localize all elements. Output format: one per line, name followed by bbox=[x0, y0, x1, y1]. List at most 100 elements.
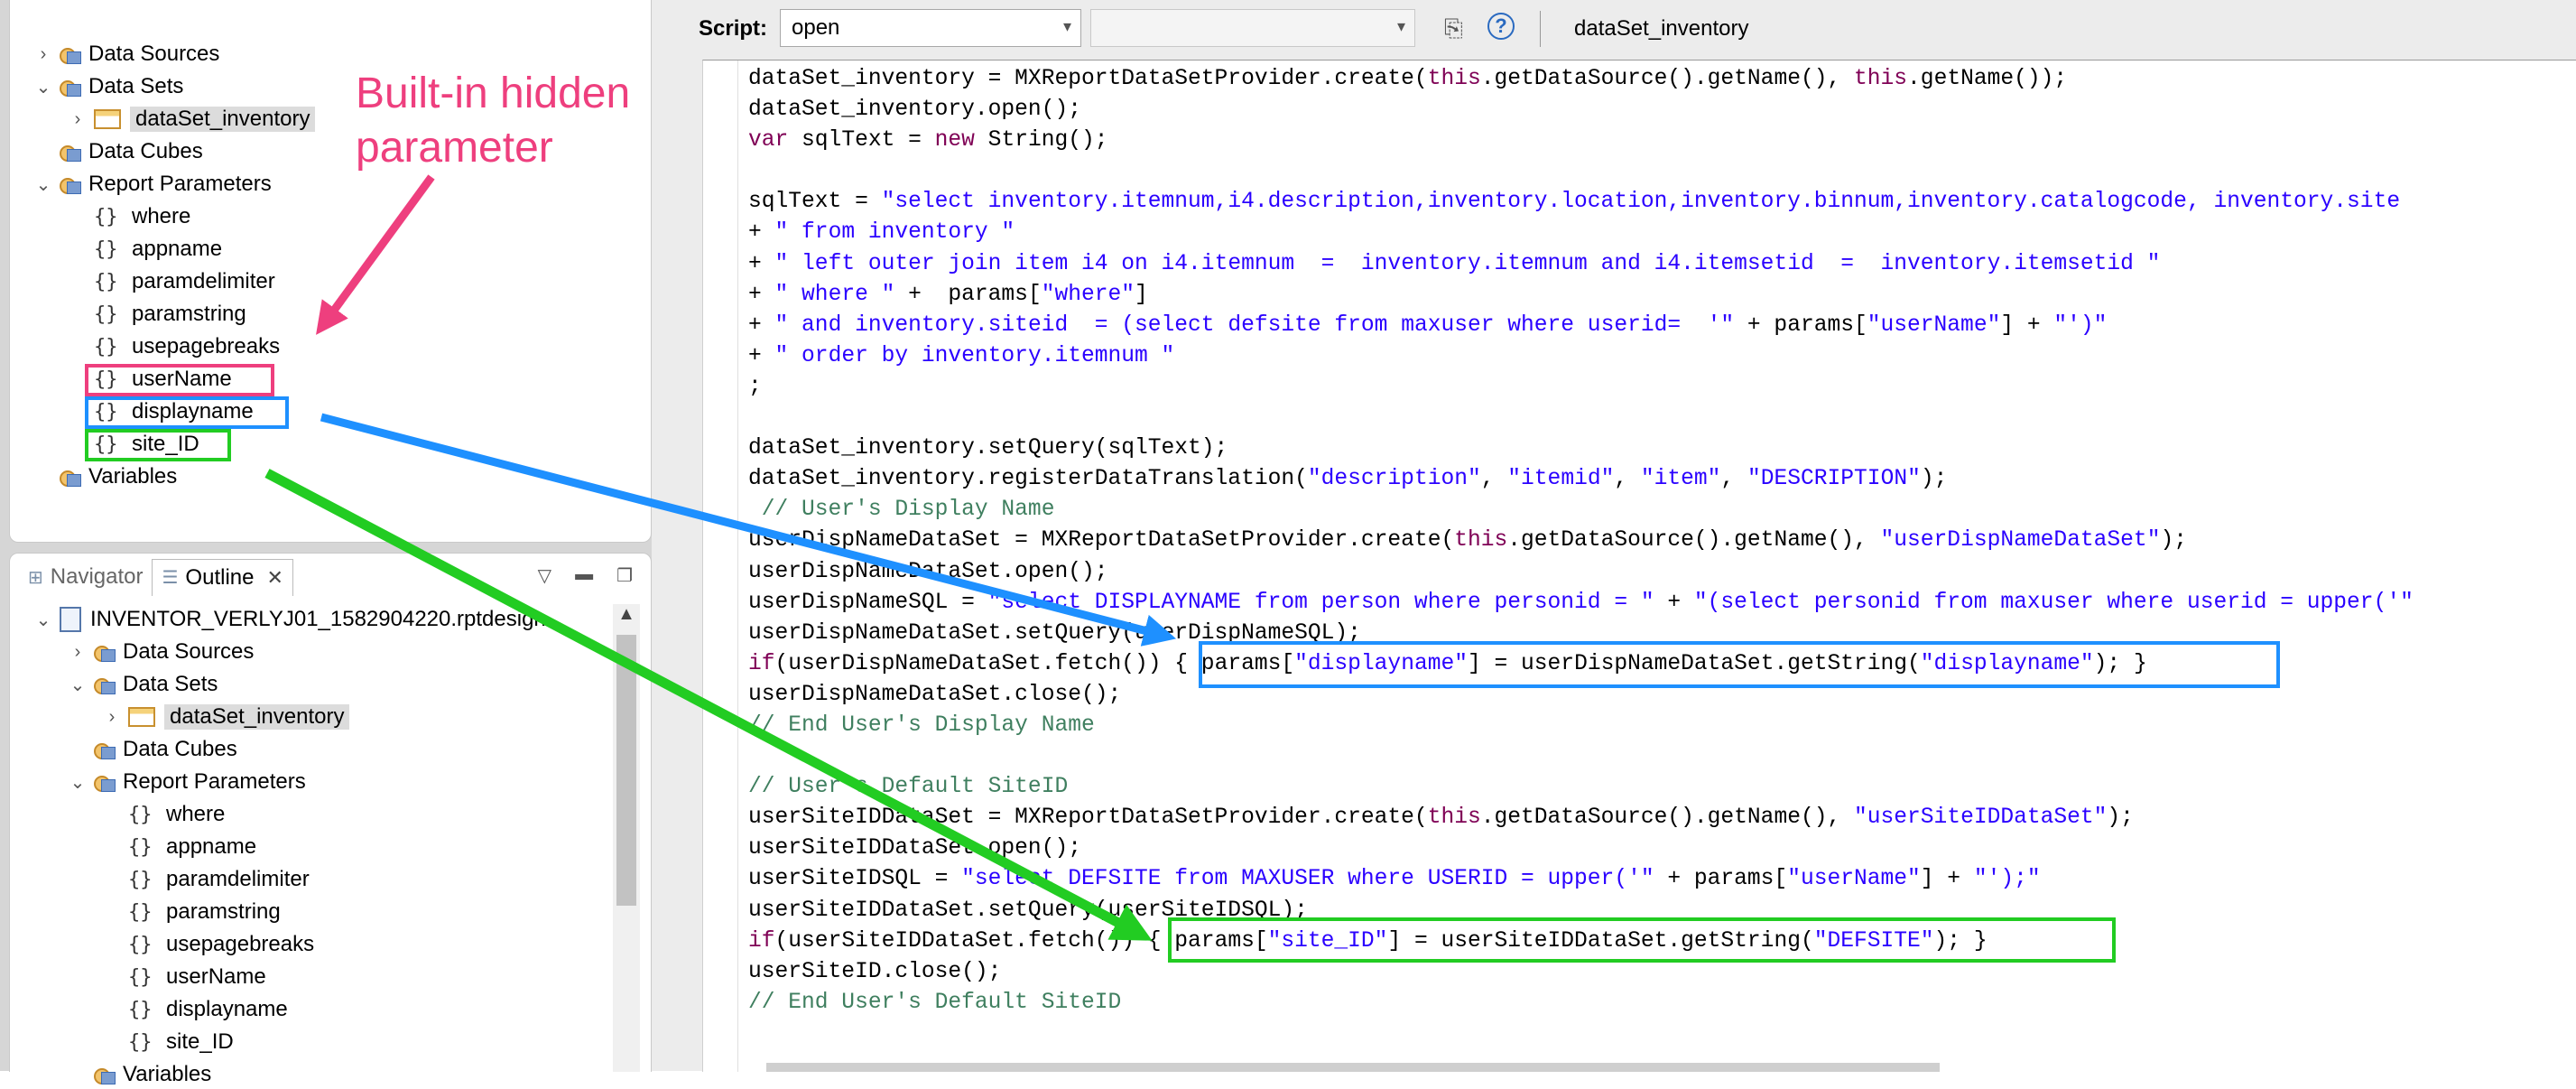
tree-item-displayname[interactable]: {} displayname bbox=[94, 397, 254, 426]
outline-scrollbar[interactable]: ▲ bbox=[613, 604, 640, 1072]
code-token: (userDispNameDataSet.fetch()) { params[ bbox=[774, 651, 1295, 676]
view-menu-icon[interactable]: ▽ bbox=[538, 564, 551, 587]
parameter-icon: {} bbox=[94, 400, 118, 424]
tree-item-username[interactable]: {} userName bbox=[94, 365, 232, 394]
code-token: ] + bbox=[2000, 312, 2054, 338]
tree-item-label: INVENTOR_VERLYJ01_1582904220.rptdesign bbox=[90, 607, 546, 631]
chevron-right-icon[interactable]: › bbox=[32, 40, 54, 69]
tree-item-data-sets[interactable]: ⌄ Data Sets bbox=[70, 670, 218, 699]
parameter-icon: {} bbox=[128, 868, 153, 891]
chevron-down-icon[interactable]: ⌄ bbox=[32, 605, 54, 634]
parameter-icon: {} bbox=[94, 368, 118, 391]
validate-script-icon[interactable]: ⎘ bbox=[1444, 14, 1463, 43]
code-token: + params[ bbox=[1654, 867, 1788, 892]
tree-item-site-id[interactable]: {} site_ID bbox=[94, 430, 199, 459]
code-string: " and inventory.siteid = (select defsite… bbox=[774, 312, 1735, 338]
tree-item-paramdelimiter[interactable]: {} paramdelimiter bbox=[94, 267, 275, 296]
code-string: "userDispNameDataSet" bbox=[1880, 528, 2161, 554]
tree-item-data-sets[interactable]: ⌄ Data Sets bbox=[36, 72, 184, 101]
code-editor[interactable]: dataSet_inventory = MXReportDataSetProvi… bbox=[702, 60, 2576, 1072]
tree-item-dataset-inventory[interactable]: › dataSet_inventory bbox=[109, 703, 350, 731]
chevron-down-icon[interactable]: ⌄ bbox=[67, 670, 88, 699]
tree-item-paramstring[interactable]: {} paramstring bbox=[128, 898, 281, 926]
script-event-select[interactable]: open ▾ bbox=[780, 9, 1081, 47]
code-token: userSiteIDDataSet = MXReportDataSetProvi… bbox=[748, 805, 1428, 831]
help-icon[interactable]: ? bbox=[1487, 13, 1515, 40]
scroll-up-icon[interactable]: ▲ bbox=[613, 604, 640, 631]
chevron-down-icon[interactable]: ⌄ bbox=[32, 170, 54, 199]
tab-navigator[interactable]: ⊞ Navigator bbox=[19, 559, 152, 595]
code-token: + params[ bbox=[894, 282, 1042, 307]
code-string: "select DEFSITE from MAXUSER where USERI… bbox=[961, 867, 1654, 892]
code-token: .getDataSource().getName(), bbox=[1480, 67, 1854, 91]
tree-item-data-cubes[interactable]: Data Cubes bbox=[94, 735, 237, 764]
tree-item-variables[interactable]: Variables bbox=[60, 462, 177, 491]
tree-item-where[interactable]: {} where bbox=[128, 800, 225, 829]
code-string: " order by inventory.itemnum " bbox=[774, 343, 1175, 368]
chevron-down-icon: ▾ bbox=[1062, 17, 1071, 35]
tree-item-report-parameters[interactable]: ⌄ Report Parameters bbox=[70, 768, 306, 796]
parameter-icon: {} bbox=[128, 933, 153, 956]
tree-item-paramdelimiter[interactable]: {} paramdelimiter bbox=[128, 865, 310, 894]
tree-item-report-parameters[interactable]: ⌄ Report Parameters bbox=[36, 170, 272, 199]
tree-item-inventor-verlyj01-1582904220-rptdesign[interactable]: ⌄ INVENTOR_VERLYJ01_1582904220.rptdesign bbox=[36, 605, 546, 634]
code-line: userSiteIDDataSet.setQuery(userSiteIDSQL… bbox=[748, 898, 1308, 923]
code-line: + " order by inventory.itemnum " bbox=[748, 344, 1174, 368]
code-line: + " left outer join item i4 on i4.itemnu… bbox=[748, 252, 2160, 276]
code-comment: // End User's Default SiteID bbox=[748, 990, 1122, 1015]
tree-item-data-cubes[interactable]: Data Cubes bbox=[60, 137, 203, 166]
tree-item-appname[interactable]: {} appname bbox=[128, 833, 256, 861]
tree-item-username[interactable]: {} userName bbox=[128, 963, 266, 991]
tree-item-usepagebreaks[interactable]: {} usepagebreaks bbox=[94, 332, 280, 361]
code-string: "DEFSITE" bbox=[1813, 928, 1934, 954]
code-line: dataSet_inventory.setQuery(sqlText); bbox=[748, 436, 1228, 461]
tree-item-variables[interactable]: Variables bbox=[94, 1060, 211, 1089]
scroll-thumb[interactable] bbox=[616, 635, 636, 906]
chevron-right-icon[interactable]: › bbox=[101, 703, 123, 731]
report-file-icon bbox=[60, 607, 81, 632]
close-icon[interactable]: ✕ bbox=[266, 566, 283, 590]
toolbar-separator bbox=[1540, 11, 1541, 47]
code-keyword: if bbox=[748, 651, 775, 676]
tree-item-paramstring[interactable]: {} paramstring bbox=[94, 300, 246, 329]
outline-icon: ☰ bbox=[162, 568, 179, 588]
chevron-down-icon[interactable]: ⌄ bbox=[32, 72, 54, 101]
code-keyword: if bbox=[748, 928, 775, 954]
code-line: userDispNameDataSet.close(); bbox=[748, 683, 1121, 707]
parameter-icon: {} bbox=[128, 998, 153, 1021]
chevron-down-icon[interactable]: ⌄ bbox=[67, 768, 88, 796]
code-token: (userSiteIDDataSet.fetch()) { params[ bbox=[774, 928, 1268, 954]
tree-item-dataset-inventory[interactable]: › dataSet_inventory bbox=[75, 105, 316, 134]
code-line: ; bbox=[748, 375, 762, 399]
tree-item-appname[interactable]: {} appname bbox=[94, 235, 222, 264]
code-token: sqlText = bbox=[748, 190, 882, 215]
tree-item-site-id[interactable]: {} site_ID bbox=[128, 1028, 234, 1056]
code-token: .getDataSource().getName(), bbox=[1480, 805, 1854, 831]
tree-item-data-sources[interactable]: › Data Sources bbox=[75, 638, 255, 666]
code-keyword: new bbox=[934, 128, 975, 154]
chevron-right-icon[interactable]: › bbox=[67, 638, 88, 666]
code-text[interactable]: dataSet_inventory = MXReportDataSetProvi… bbox=[748, 64, 2414, 1019]
minimize-icon[interactable]: ▬ bbox=[575, 564, 593, 587]
tree-item-data-sources[interactable]: › Data Sources bbox=[41, 40, 220, 69]
editor-gutter bbox=[737, 60, 738, 1072]
report-parameters-icon bbox=[60, 175, 81, 194]
code-line: userSiteIDDataSet = MXReportDataSetProvi… bbox=[748, 805, 2134, 830]
code-token: ); bbox=[2107, 805, 2134, 831]
tree-item-label: Variables bbox=[123, 1062, 212, 1086]
tree-item-displayname[interactable]: {} displayname bbox=[128, 995, 288, 1024]
tree-item-where[interactable]: {} where bbox=[94, 202, 190, 231]
tab-outline[interactable]: ☰ Outline ✕ bbox=[152, 558, 293, 596]
code-token: ); bbox=[1920, 467, 1948, 492]
method-select[interactable]: ▾ bbox=[1090, 9, 1415, 47]
tree-item-label: dataSet_inventory bbox=[164, 704, 350, 730]
parameter-icon: {} bbox=[128, 1030, 153, 1054]
code-token: + bbox=[748, 251, 775, 276]
tree-item-usepagebreaks[interactable]: {} usepagebreaks bbox=[128, 930, 314, 959]
chevron-right-icon[interactable]: › bbox=[67, 105, 88, 134]
chevron-down-icon: ▾ bbox=[1396, 17, 1405, 35]
code-string: "DESCRIPTION" bbox=[1747, 467, 1921, 492]
tree-item-label: appname bbox=[132, 237, 223, 261]
data-sets-icon bbox=[94, 675, 116, 694]
restore-icon[interactable]: ❐ bbox=[616, 564, 633, 587]
